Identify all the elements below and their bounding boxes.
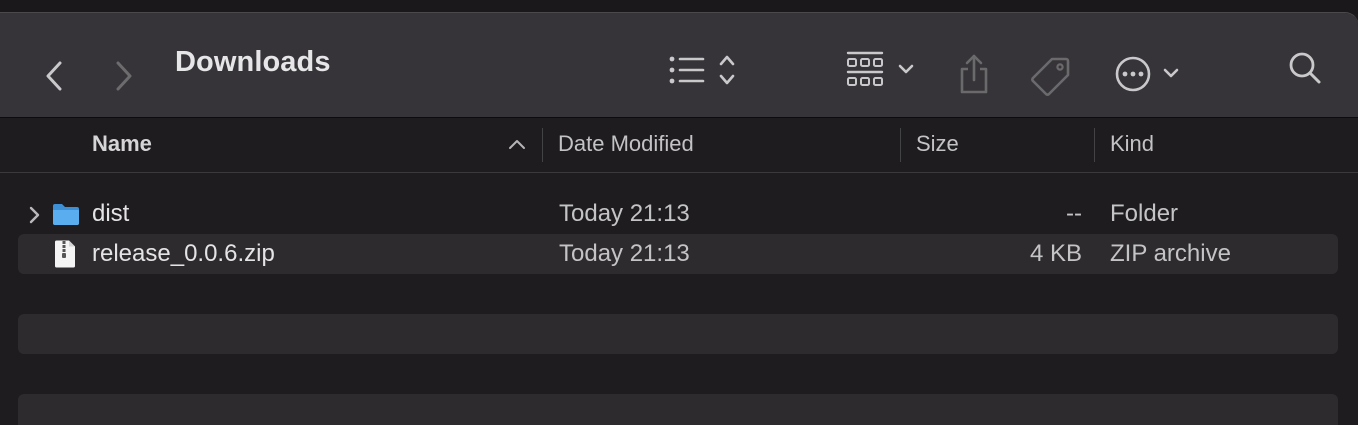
column-header-name[interactable]: Name (92, 118, 152, 172)
folder-icon (53, 204, 79, 225)
empty-row (18, 354, 1338, 394)
finder-window: Downloads Name Date Modified Size Kind d… (0, 12, 1358, 425)
tag-button[interactable] (1028, 53, 1074, 99)
view-mode-button[interactable] (662, 47, 742, 93)
chevron-left-icon (46, 61, 62, 91)
file-list: dist Today 21:13 -- Folder release_0.0.6… (0, 173, 1358, 425)
empty-row (18, 274, 1338, 314)
share-button[interactable] (954, 51, 994, 97)
file-kind: ZIP archive (1110, 240, 1231, 267)
column-header-date-modified[interactable]: Date Modified (558, 118, 694, 172)
back-button[interactable] (38, 57, 70, 95)
file-date-modified: Today 21:13 (559, 200, 690, 227)
list-item[interactable]: release_0.0.6.zip Today 21:13 4 KB ZIP a… (18, 234, 1338, 274)
file-size: 4 KB (1029, 240, 1082, 267)
tag-icon (1031, 57, 1070, 96)
column-divider[interactable] (900, 128, 901, 162)
empty-row (18, 314, 1338, 354)
zip-file-icon (55, 240, 75, 268)
column-header-row: Name Date Modified Size Kind (0, 118, 1358, 173)
icon-grid-icon (846, 51, 914, 86)
column-divider[interactable] (1094, 128, 1095, 162)
more-actions-icon (1115, 56, 1179, 92)
file-date-modified: Today 21:13 (559, 240, 690, 267)
file-size: -- (1066, 200, 1082, 227)
list-item[interactable]: dist Today 21:13 -- Folder (18, 194, 1338, 234)
disclosure-triangle-icon[interactable] (28, 206, 40, 224)
forward-button[interactable] (108, 57, 140, 95)
share-icon (960, 54, 988, 94)
list-view-icon (669, 55, 735, 85)
window-title: Downloads (175, 46, 331, 78)
file-kind: Folder (1110, 200, 1179, 227)
column-header-kind[interactable]: Kind (1110, 118, 1154, 172)
action-button[interactable] (1112, 49, 1186, 101)
group-button[interactable] (842, 47, 920, 93)
search-icon (1289, 52, 1321, 84)
file-name: dist (92, 200, 130, 227)
column-divider[interactable] (542, 128, 543, 162)
file-name: release_0.0.6.zip (92, 240, 275, 267)
column-header-size[interactable]: Size (916, 118, 959, 172)
sort-ascending-icon[interactable] (508, 138, 526, 150)
empty-row (18, 394, 1338, 425)
search-button[interactable] (1284, 47, 1326, 89)
toolbar: Downloads (0, 13, 1358, 118)
chevron-right-icon (116, 61, 132, 91)
